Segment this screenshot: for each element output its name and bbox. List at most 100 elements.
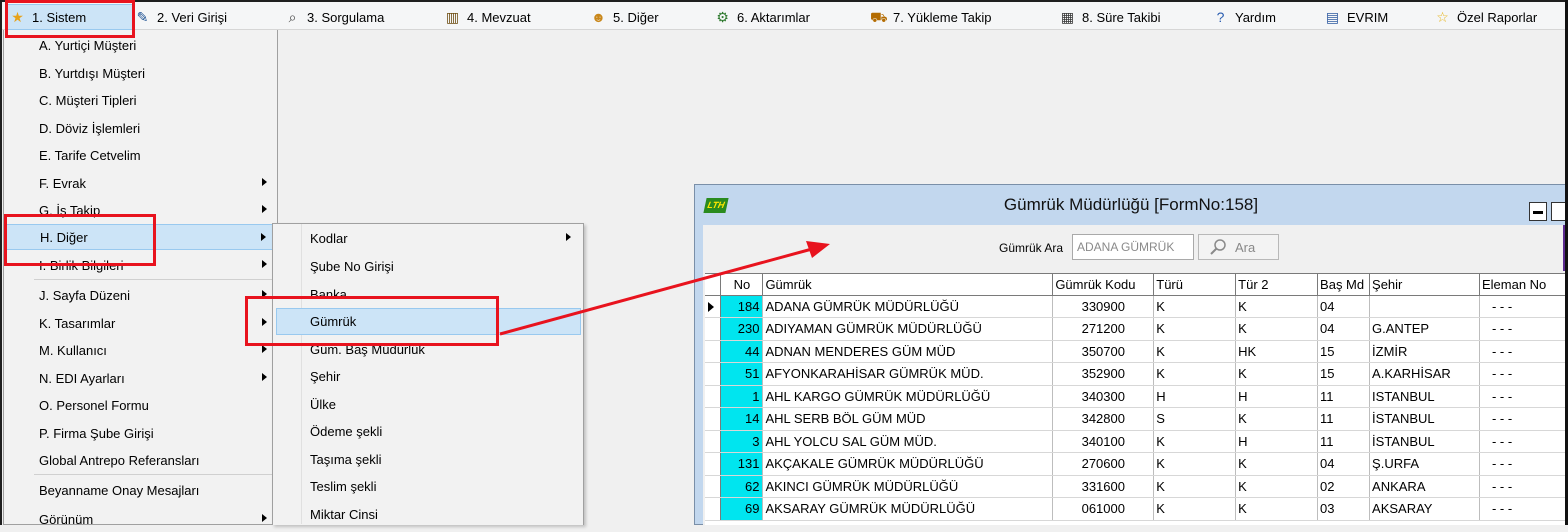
cell-tur2[interactable]: K <box>1235 295 1319 318</box>
row-header-cell[interactable] <box>705 452 722 476</box>
minimize-button[interactable] <box>1529 202 1547 221</box>
col-header-sehir[interactable]: Şehir <box>1369 274 1480 296</box>
cell-tur2[interactable]: HK <box>1235 340 1319 363</box>
cell-bas-md[interactable]: 04 <box>1317 452 1371 476</box>
cell-gumruk[interactable]: ADNAN MENDERES GÜM MÜD <box>762 340 1054 363</box>
cell-sehir[interactable]: ISTANBUL <box>1369 385 1480 408</box>
submenu-item-miktar-cinsi[interactable]: Miktar Cinsi <box>273 501 583 528</box>
cell-eleman-no[interactable]: - - - <box>1479 317 1567 341</box>
cell-no[interactable]: 230 <box>720 317 764 341</box>
cell-bas-md[interactable]: 11 <box>1317 407 1371 431</box>
cell-sehir[interactable]: İSTANBUL <box>1369 430 1480 453</box>
menu-item-yurtdisi-musteri[interactable]: B. Yurtdışı Müşteri <box>4 60 277 86</box>
row-header-cell[interactable] <box>705 362 722 386</box>
cell-gumruk[interactable]: AKÇAKALE GÜMRÜK MÜDÜRLÜĞÜ <box>762 452 1054 476</box>
cell-no[interactable]: 184 <box>720 295 764 318</box>
cell-eleman-no[interactable]: - - - <box>1479 475 1567 498</box>
cell-gumruk-kodu[interactable]: 061000 <box>1052 497 1155 521</box>
cell-tur2[interactable]: K <box>1235 497 1319 521</box>
cell-tur2[interactable]: K <box>1235 475 1319 498</box>
cell-gumruk[interactable]: AKINCI GÜMRÜK MÜDÜRLÜĞÜ <box>762 475 1054 498</box>
gumruk-search-input[interactable]: ADANA GÜMRÜK <box>1072 234 1194 260</box>
cell-sehir[interactable] <box>1369 295 1480 318</box>
submenu-item-sehir[interactable]: Şehir <box>273 363 583 390</box>
cell-sehir[interactable]: G.ANTEP <box>1369 317 1480 341</box>
table-row[interactable]: 14 AHL SERB BÖL GÜM MÜD 342800 S K 11 İSTANBUL… <box>705 407 1567 431</box>
cell-sehir[interactable]: Ş.URFA <box>1369 452 1480 476</box>
cell-no[interactable]: 44 <box>720 340 764 363</box>
menu-sure-takibi[interactable]: ▦ 8. Süre Takibi <box>1059 4 1161 30</box>
menu-item-evrak[interactable]: F. Evrak <box>4 170 277 196</box>
cell-turu[interactable]: K <box>1153 362 1237 386</box>
menu-item-doviz-islemleri[interactable]: D. Döviz İşlemleri <box>4 115 277 141</box>
cell-sehir[interactable]: İZMİR <box>1369 340 1480 363</box>
submenu-item-sube-no-girisi[interactable]: Şube No Girişi <box>273 253 583 280</box>
cell-sehir[interactable]: ANKARA <box>1369 475 1480 498</box>
menu-item-edi-ayarlari[interactable]: N. EDI Ayarları <box>4 365 277 391</box>
menu-item-personel-formu[interactable]: O. Personel Formu <box>4 392 277 418</box>
cell-sehir[interactable]: AKSARAY <box>1369 497 1480 521</box>
cell-gumruk[interactable]: AHL KARGO GÜMRÜK MÜDÜRLÜĞÜ <box>762 385 1054 408</box>
col-header-tur2[interactable]: Tür 2 <box>1235 274 1319 296</box>
menu-item-tarife-cetvelim[interactable]: E. Tarife Cetvelim <box>4 142 277 168</box>
row-header-cell[interactable] <box>705 317 722 341</box>
cell-gumruk-kodu[interactable]: 340100 <box>1052 430 1155 453</box>
cell-gumruk[interactable]: ADIYAMAN GÜMRÜK MÜDÜRLÜĞÜ <box>762 317 1054 341</box>
row-header-cell[interactable] <box>705 475 722 498</box>
cell-eleman-no[interactable]: - - - <box>1479 340 1567 363</box>
cell-no[interactable]: 14 <box>720 407 764 431</box>
cell-turu[interactable]: H <box>1153 385 1237 408</box>
row-header-cell[interactable] <box>705 340 722 363</box>
cell-eleman-no[interactable]: - - - <box>1479 497 1567 521</box>
cell-sehir[interactable]: İSTANBUL <box>1369 407 1480 431</box>
cell-bas-md[interactable]: 03 <box>1317 497 1371 521</box>
row-header-cell[interactable] <box>705 497 722 521</box>
cell-gumruk-kodu[interactable]: 342800 <box>1052 407 1155 431</box>
col-header-gumruk-kodu[interactable]: Gümrük Kodu <box>1052 274 1155 296</box>
cell-eleman-no[interactable]: - - - <box>1479 385 1567 408</box>
cell-tur2[interactable]: K <box>1235 407 1319 431</box>
cell-tur2[interactable]: K <box>1235 452 1319 476</box>
cell-no[interactable]: 131 <box>720 452 764 476</box>
menu-mevzuat[interactable]: ▥ 4. Mevzuat <box>444 4 531 30</box>
cell-gumruk[interactable]: AFYONKARAHİSAR GÜMRÜK MÜD. <box>762 362 1054 386</box>
cell-gumruk-kodu[interactable]: 352900 <box>1052 362 1155 386</box>
submenu-item-teslim-sekli[interactable]: Teslim şekli <box>273 473 583 500</box>
cell-bas-md[interactable]: 04 <box>1317 317 1371 341</box>
row-header-cell[interactable] <box>705 385 722 408</box>
menu-diger[interactable]: ☻ 5. Diğer <box>590 4 658 30</box>
cell-eleman-no[interactable]: - - - <box>1479 452 1567 476</box>
menu-item-firma-sube-girisi[interactable]: P. Firma Şube Girişi <box>4 420 277 446</box>
cell-turu[interactable]: K <box>1153 430 1237 453</box>
cell-turu[interactable]: K <box>1153 475 1237 498</box>
submenu-item-kodlar[interactable]: Kodlar <box>273 225 583 252</box>
cell-turu[interactable]: S <box>1153 407 1237 431</box>
cell-gumruk[interactable]: AHL SERB BÖL GÜM MÜD <box>762 407 1054 431</box>
cell-tur2[interactable]: H <box>1235 385 1319 408</box>
cell-gumruk[interactable]: AKSARAY GÜMRÜK MÜDÜRLÜĞÜ <box>762 497 1054 521</box>
cell-eleman-no[interactable]: - - - <box>1479 407 1567 431</box>
cell-gumruk-kodu[interactable]: 340300 <box>1052 385 1155 408</box>
cell-no[interactable]: 62 <box>720 475 764 498</box>
cell-gumruk-kodu[interactable]: 331600 <box>1052 475 1155 498</box>
col-header-no[interactable]: No <box>720 274 764 296</box>
table-row[interactable]: 69 AKSARAY GÜMRÜK MÜDÜRLÜĞÜ 061000 K K 03 AKSA… <box>705 497 1567 521</box>
cell-bas-md[interactable]: 02 <box>1317 475 1371 498</box>
row-header-cell[interactable] <box>705 430 722 453</box>
menu-item-beyanname-onay[interactable]: Beyanname Onay Mesajları <box>4 477 277 503</box>
cell-bas-md[interactable]: 15 <box>1317 340 1371 363</box>
cell-bas-md[interactable]: 11 <box>1317 385 1371 408</box>
cell-no[interactable]: 3 <box>720 430 764 453</box>
submenu-item-ulke[interactable]: Ülke <box>273 391 583 418</box>
cell-gumruk-kodu[interactable]: 271200 <box>1052 317 1155 341</box>
menu-yardim[interactable]: ? Yardım <box>1212 4 1276 30</box>
menu-veri-girisi[interactable]: ✎ 2. Veri Girişi <box>134 4 227 30</box>
menu-item-global-antrepo[interactable]: Global Antrepo Referansları <box>4 447 277 473</box>
cell-no[interactable]: 69 <box>720 497 764 521</box>
col-header-eleman-no[interactable]: Eleman No <box>1479 274 1567 296</box>
cell-bas-md[interactable]: 11 <box>1317 430 1371 453</box>
cell-eleman-no[interactable]: - - - <box>1479 430 1567 453</box>
menu-item-gorunum[interactable]: Görünüm <box>4 506 277 532</box>
cell-turu[interactable]: K <box>1153 452 1237 476</box>
cell-gumruk[interactable]: ADANA GÜMRÜK MÜDÜRLÜĞÜ <box>762 295 1054 318</box>
